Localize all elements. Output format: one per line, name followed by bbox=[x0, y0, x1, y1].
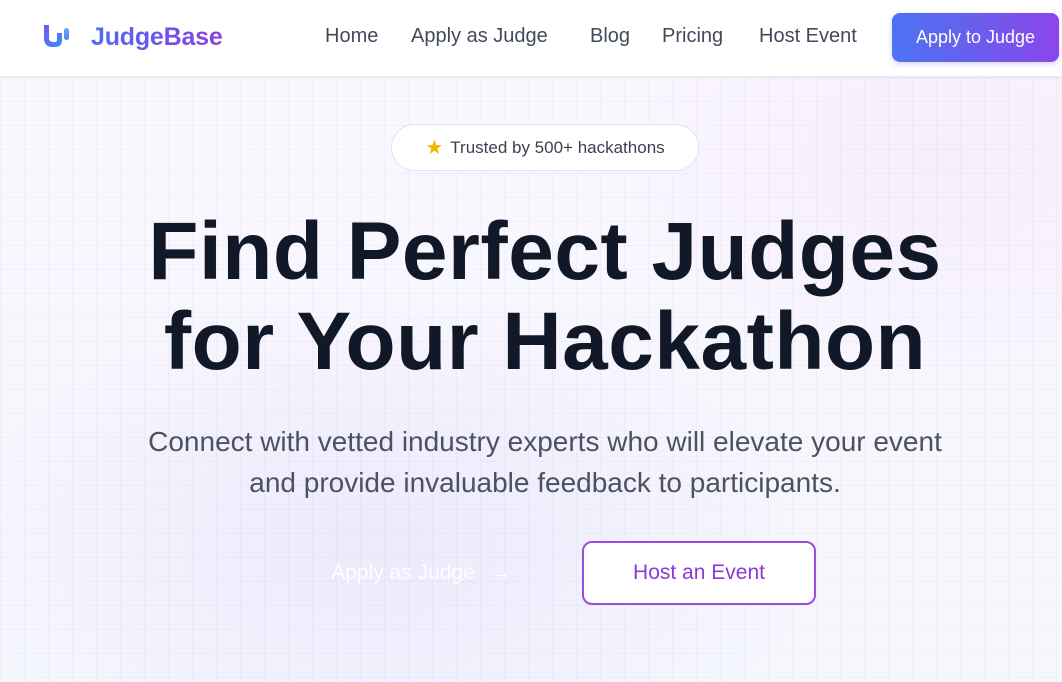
hero-section: ★ Trusted by 500+ hackathons Find Perfec… bbox=[0, 77, 1062, 682]
subtitle-line-2: and provide invaluable feedback to parti… bbox=[249, 467, 841, 498]
judgebase-logo-icon bbox=[44, 25, 69, 47]
hero-headline: Find Perfect Judges for Your Hackathon bbox=[0, 207, 1062, 387]
headline-line-1: Find Perfect Judges bbox=[148, 206, 942, 297]
apply-as-judge-button[interactable]: Apply as Judge → bbox=[296, 541, 546, 605]
nav-link-host-event[interactable]: Host Event bbox=[759, 25, 857, 48]
nav-link-pricing[interactable]: Pricing bbox=[662, 25, 723, 48]
arrow-right-icon: → bbox=[490, 561, 511, 584]
host-an-event-button[interactable]: Host an Event bbox=[582, 541, 816, 605]
site-header: JudgeBase Home Apply as Judge Blog Prici… bbox=[0, 0, 1062, 77]
apply-to-judge-button[interactable]: Apply to Judge bbox=[892, 13, 1059, 62]
star-icon: ★ bbox=[425, 136, 444, 159]
brand-logo[interactable]: JudgeBase bbox=[41, 22, 223, 52]
subtitle-line-1: Connect with vetted industry experts who… bbox=[148, 426, 942, 457]
nav-link-apply-as-judge[interactable]: Apply as Judge bbox=[411, 25, 548, 48]
nav-link-blog[interactable]: Blog bbox=[590, 25, 630, 48]
trust-badge: ★ Trusted by 500+ hackathons bbox=[391, 124, 699, 171]
hero-subtitle: Connect with vetted industry experts who… bbox=[71, 421, 1019, 503]
nav-link-home[interactable]: Home bbox=[325, 25, 378, 48]
trust-badge-text: Trusted by 500+ hackathons bbox=[450, 137, 665, 157]
apply-as-judge-label: Apply as Judge bbox=[331, 561, 475, 584]
brand-name: JudgeBase bbox=[91, 22, 223, 51]
headline-line-2: for Your Hackathon bbox=[163, 296, 927, 387]
page: JudgeBase Home Apply as Judge Blog Prici… bbox=[0, 0, 1062, 682]
